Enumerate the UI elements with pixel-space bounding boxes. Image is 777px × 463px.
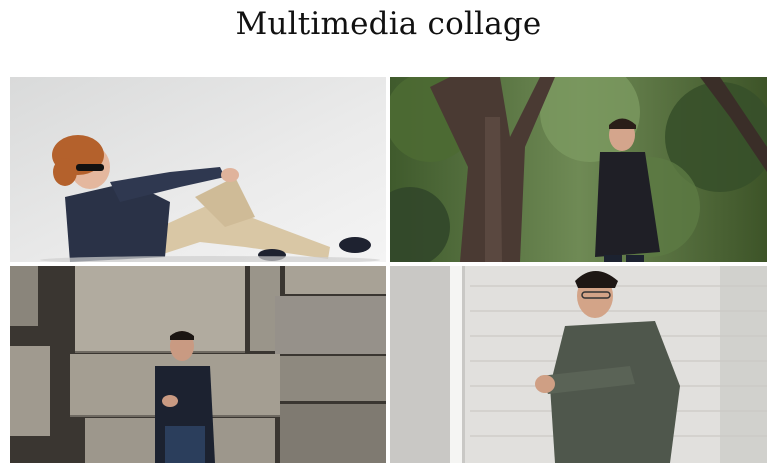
- photo-reclining-man: [10, 77, 386, 262]
- photo-watch-man: [390, 266, 767, 463]
- page-title: Multimedia collage: [235, 6, 542, 42]
- collage-image-stone-man[interactable]: [10, 266, 386, 463]
- collage-image-park-man[interactable]: [390, 77, 767, 262]
- collage-page: Multimedia collage: [0, 0, 777, 463]
- photo-park-man: [390, 77, 767, 262]
- photo-stone-man: [10, 266, 386, 463]
- collage-image-watch-man[interactable]: [390, 266, 767, 463]
- collage-image-reclining-man[interactable]: [10, 77, 386, 262]
- collage-grid: [10, 77, 767, 463]
